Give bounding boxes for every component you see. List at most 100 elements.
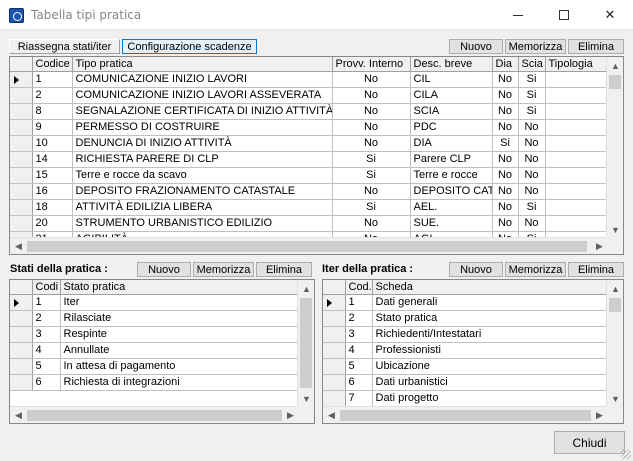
- table-row[interactable]: 2 Rilasciate: [10, 310, 300, 327]
- table-cell[interactable]: Dati urbanistici: [372, 374, 609, 391]
- stati-elimina-button[interactable]: Elimina: [256, 262, 312, 277]
- table-row[interactable]: 9 PERMESSO DI COSTRUIRE No PDC No No: [10, 119, 623, 136]
- scroll-left-icon[interactable]: ◀: [10, 407, 27, 423]
- table-cell[interactable]: DEPOSITO FRAZIONAMENTO CATASTALE: [72, 183, 333, 200]
- row-indicator[interactable]: [323, 294, 346, 311]
- table-cell[interactable]: No: [332, 183, 411, 200]
- table-row[interactable]: 3 Respinte: [10, 326, 300, 343]
- col-header-cod[interactable]: Cod.: [345, 280, 373, 295]
- scroll-up-icon[interactable]: ▲: [607, 57, 623, 74]
- table-cell[interactable]: No: [492, 151, 519, 168]
- table-cell[interactable]: 5: [32, 358, 61, 375]
- table-cell[interactable]: 1: [345, 294, 373, 311]
- table-cell[interactable]: 3: [345, 326, 373, 343]
- table-cell[interactable]: Si: [332, 199, 411, 216]
- minimize-button[interactable]: [495, 0, 541, 30]
- table-row[interactable]: 3 Richiedenti/Intestatari: [323, 326, 609, 343]
- col-header-stato-pratica[interactable]: Stato pratica: [60, 280, 300, 295]
- table-cell[interactable]: Si: [332, 151, 411, 168]
- table-row[interactable]: 6 Richiesta di integrazioni: [10, 374, 300, 391]
- row-indicator[interactable]: [323, 390, 346, 407]
- table-cell[interactable]: Dati generali: [372, 294, 609, 311]
- scroll-thumb[interactable]: [27, 241, 587, 252]
- table-cell[interactable]: 5: [345, 358, 373, 375]
- table-cell[interactable]: Stato pratica: [372, 310, 609, 327]
- table-cell[interactable]: AEL.: [410, 199, 493, 216]
- table-cell[interactable]: No: [492, 199, 519, 216]
- table-cell[interactable]: STRUMENTO URBANISTICO EDILIZIO: [72, 215, 333, 232]
- table-row[interactable]: 4 Annullate: [10, 342, 300, 359]
- table-row[interactable]: 1 COMUNICAZIONE INIZIO LAVORI No CIL No Si: [10, 71, 623, 88]
- chiudi-button[interactable]: Chiudi: [554, 431, 625, 454]
- table-cell[interactable]: Richiesta di integrazioni: [60, 374, 300, 391]
- table-row[interactable]: 1 Dati generali: [323, 294, 609, 311]
- row-indicator[interactable]: [10, 183, 33, 200]
- table-cell[interactable]: Si: [518, 71, 546, 88]
- table-cell[interactable]: RICHIESTA PARERE DI CLP: [72, 151, 333, 168]
- table-cell[interactable]: No: [332, 119, 411, 136]
- iter-grid-vertical-scrollbar[interactable]: ▲ ▼: [606, 280, 623, 407]
- row-indicator[interactable]: [10, 326, 33, 343]
- scroll-left-icon[interactable]: ◀: [10, 238, 27, 254]
- scroll-down-icon[interactable]: ▼: [607, 390, 623, 407]
- row-indicator[interactable]: [323, 358, 346, 375]
- table-row[interactable]: 5 In attesa di pagamento: [10, 358, 300, 375]
- table-cell[interactable]: Annullate: [60, 342, 300, 359]
- table-cell[interactable]: No: [332, 87, 411, 104]
- col-header-codi[interactable]: Codi: [32, 280, 61, 295]
- main-nuovo-button[interactable]: Nuovo: [449, 39, 503, 54]
- table-row[interactable]: 18 ATTIVITÀ EDILIZIA LIBERA Si AEL. No Si: [10, 199, 623, 216]
- scroll-down-icon[interactable]: ▼: [298, 390, 314, 407]
- table-cell[interactable]: No: [492, 215, 519, 232]
- table-cell[interactable]: No: [492, 103, 519, 120]
- table-cell[interactable]: In attesa di pagamento: [60, 358, 300, 375]
- table-row[interactable]: 14 RICHIESTA PARERE DI CLP Si Parere CLP No N…: [10, 151, 623, 168]
- stati-nuovo-button[interactable]: Nuovo: [137, 262, 191, 277]
- main-grid-vertical-scrollbar[interactable]: ▲ ▼: [606, 57, 623, 238]
- scroll-up-icon[interactable]: ▲: [607, 280, 623, 297]
- table-cell[interactable]: No: [492, 71, 519, 88]
- table-cell[interactable]: 15: [32, 167, 73, 184]
- row-indicator[interactable]: [10, 135, 33, 152]
- col-header-tipo-pratica[interactable]: Tipo pratica: [72, 57, 333, 72]
- stati-memorizza-button[interactable]: Memorizza: [193, 262, 254, 277]
- row-indicator[interactable]: [10, 374, 33, 391]
- table-cell[interactable]: Si: [518, 103, 546, 120]
- row-indicator[interactable]: [10, 151, 33, 168]
- row-indicator[interactable]: [10, 342, 33, 359]
- table-row[interactable]: 5 Ubicazione: [323, 358, 609, 375]
- table-cell[interactable]: Dati progetto: [372, 390, 609, 407]
- row-indicator[interactable]: [10, 358, 33, 375]
- col-header-scheda[interactable]: Scheda: [372, 280, 609, 295]
- col-header-provv-interno[interactable]: Provv. Interno: [332, 57, 411, 72]
- table-row[interactable]: 4 Professionisti: [323, 342, 609, 359]
- table-row[interactable]: 16 DEPOSITO FRAZIONAMENTO CATASTALE No DEPO…: [10, 183, 623, 200]
- tab-riassegna-stati-iter[interactable]: Riassegna stati/iter: [9, 39, 120, 54]
- table-cell[interactable]: 1: [32, 71, 73, 88]
- table-cell[interactable]: 3: [32, 326, 61, 343]
- close-window-button[interactable]: ✕: [587, 0, 633, 30]
- table-row[interactable]: 8 SEGNALAZIONE CERTIFICATA DI INIZIO ATTI…: [10, 103, 623, 120]
- resize-grip[interactable]: [621, 449, 631, 459]
- table-cell[interactable]: No: [492, 119, 519, 136]
- table-cell[interactable]: Professionisti: [372, 342, 609, 359]
- row-indicator[interactable]: [323, 342, 346, 359]
- table-cell[interactable]: No: [332, 215, 411, 232]
- row-indicator[interactable]: [323, 374, 346, 391]
- row-indicator[interactable]: [10, 71, 33, 88]
- iter-elimina-button[interactable]: Elimina: [568, 262, 624, 277]
- table-cell[interactable]: No: [518, 151, 546, 168]
- table-cell[interactable]: 7: [345, 390, 373, 407]
- table-cell[interactable]: DEPOSITO CAT: [410, 183, 493, 200]
- table-cell[interactable]: No: [518, 183, 546, 200]
- table-cell[interactable]: SCIA: [410, 103, 493, 120]
- table-cell[interactable]: 2: [32, 87, 73, 104]
- scroll-thumb[interactable]: [609, 298, 621, 312]
- row-indicator[interactable]: [10, 199, 33, 216]
- iter-pratica-grid[interactable]: Cod. Scheda 1 Dati generali 2 Stato pratica…: [322, 279, 624, 424]
- table-row[interactable]: 15 Terre e rocce da scavo Si Terre e rocce N…: [10, 167, 623, 184]
- table-cell[interactable]: 14: [32, 151, 73, 168]
- table-cell[interactable]: No: [332, 103, 411, 120]
- scroll-thumb[interactable]: [27, 410, 282, 421]
- table-row[interactable]: 10 DENUNCIA DI INIZIO ATTIVITÀ No DIA Si No: [10, 135, 623, 152]
